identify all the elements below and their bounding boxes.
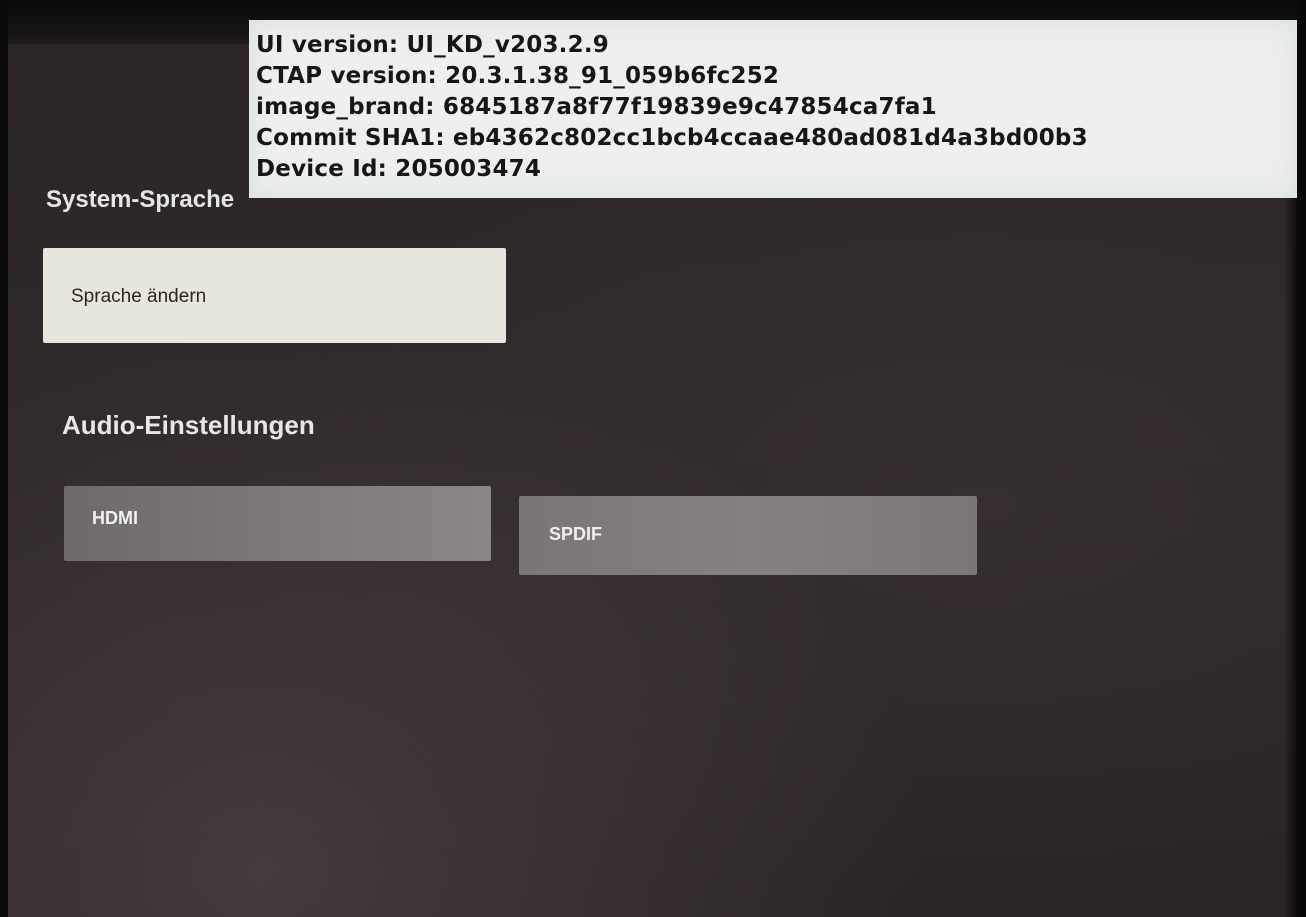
debug-image-brand: image_brand: 6845187a8f77f19839e9c47854c… xyxy=(256,94,937,120)
audio-output-spdif-button[interactable]: SPDIF xyxy=(519,496,977,575)
system-language-title: System-Sprache xyxy=(46,186,235,213)
audio-settings-title: Audio-Einstellungen xyxy=(62,410,315,440)
audio-output-hdmi-label: HDMI xyxy=(92,508,138,528)
audio-output-spdif-label: SPDIF xyxy=(549,524,603,544)
change-language-button-label: Sprache ändern xyxy=(71,286,207,307)
change-language-button[interactable]: Sprache ändern xyxy=(43,248,506,343)
debug-ctap-version: CTAP version: 20.3.1.38_91_059b6fc252 xyxy=(256,63,780,89)
debug-info-overlay: UI version: UI_KD_v203.2.9 CTAP version:… xyxy=(249,20,1297,198)
debug-ui-version: UI version: UI_KD_v203.2.9 xyxy=(256,32,609,58)
left-bezel xyxy=(0,0,8,917)
tv-screen: System-Sprache Sprache ändern Audio-Eins… xyxy=(0,0,1306,917)
debug-commit-sha1: Commit SHA1: eb4362c802cc1bcb4ccaae480ad… xyxy=(256,125,1088,151)
audio-output-hdmi-button[interactable]: HDMI xyxy=(64,486,491,561)
debug-device-id: Device Id: 205003474 xyxy=(256,156,542,182)
